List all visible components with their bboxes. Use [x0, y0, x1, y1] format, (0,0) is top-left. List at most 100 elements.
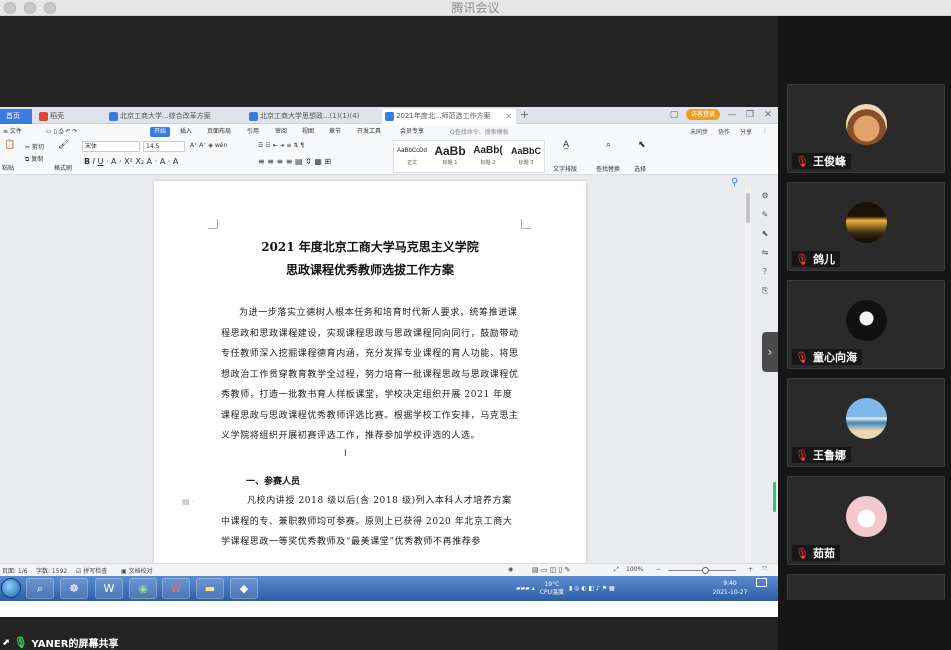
more-icon[interactable]: ⋮ [762, 127, 768, 136]
list-icons[interactable]: ☰ ☷ ⇤ ⇥ ≡ ⇅ ¶ [258, 142, 304, 149]
format-painter-icon[interactable]: 🖌 [58, 140, 69, 150]
font-name-select[interactable]: 宋体 [82, 141, 140, 152]
cursor-icon[interactable]: ⬉ [762, 229, 769, 238]
menu-review[interactable]: 审阅 [275, 127, 287, 137]
tab-doc-2[interactable]: 北京工商大学思想政...(1)(1)(4) [246, 109, 378, 124]
text-layout-icon[interactable]: A̲ [563, 140, 569, 150]
share-button[interactable]: 分享 [740, 127, 752, 136]
minimize-icon[interactable]: — [726, 110, 738, 120]
taskbar-explorer-app[interactable]: ▬ [196, 578, 224, 599]
tray-icons-right[interactable]: ▮ ◎ ◐ ◧ ♪ ⚑ ▦ [569, 585, 615, 592]
align-icons[interactable]: ≡ ≡ ≡ ≡ ▤ ⇕ ▦ ⊞ [258, 157, 331, 166]
command-search[interactable]: Q查找命令、搜索模板 [450, 127, 509, 136]
zoom-out-icon[interactable]: − [656, 566, 661, 573]
fit-page-icon[interactable]: ⤢ [614, 566, 619, 574]
document-paragraph-2: 凡校内讲授 2018 级以后(含 2018 级)列入本科人才培养方案中课程的专、… [221, 496, 513, 547]
menu-file[interactable]: ≡ 文件 [3, 127, 22, 137]
new-tab-button[interactable]: + [520, 108, 529, 121]
style-normal[interactable]: AaBbCcDd 正文 [394, 143, 430, 171]
cut-button[interactable]: ✂ 剪切 [25, 142, 44, 151]
taskbar-wps-app[interactable]: W [162, 578, 190, 599]
taskbar-network-app[interactable]: ☸ [60, 578, 88, 599]
participant-tile[interactable]: 🎙 茹茹 [787, 476, 945, 565]
proofread-label: 文档校对 [128, 568, 153, 575]
close-tab-icon[interactable]: ✕ [505, 109, 512, 124]
menu-insert[interactable]: 插入 [180, 127, 192, 137]
vertical-scrollbar[interactable] [745, 185, 751, 563]
tab-docer[interactable]: 稻壳 [36, 109, 102, 124]
scrollbar-thumb[interactable] [746, 193, 750, 223]
format-painter-button[interactable]: 格式刷 [54, 163, 72, 172]
taskbar-search-app[interactable]: ⌕ [26, 578, 54, 599]
restore-icon[interactable]: ❐ [744, 110, 756, 120]
collaborate-button[interactable]: 协作 [718, 127, 730, 136]
close-icon[interactable]: ✕ [762, 110, 774, 120]
select-icon[interactable]: ⬉ [638, 140, 646, 150]
document-page[interactable]: 2021 年度北京工商大学马克思主义学院 思政课程优秀教师选拔工作方案 为进一步… [154, 181, 586, 563]
menu-chapter[interactable]: 章节 [329, 127, 341, 137]
docer-icon [39, 112, 48, 121]
copy-button[interactable]: ⧉ 复制 [25, 154, 43, 164]
paragraph-marker-icon[interactable]: ▤ · [182, 497, 195, 506]
doc-icon [109, 112, 118, 121]
spell-check-toggle[interactable]: ☑ 拼写检查 [76, 566, 107, 575]
participant-tile[interactable]: 🎙 王俊峰 [787, 84, 945, 173]
zoom-in-icon[interactable]: + [748, 566, 753, 573]
view-mode-icons[interactable]: ▤ ▭ ◫ ▯ ✎ [532, 566, 570, 574]
location-pin-icon[interactable]: ⚲ [731, 177, 738, 188]
menu-view[interactable]: 视图 [302, 127, 314, 137]
help-icon[interactable]: ? [763, 267, 767, 276]
participant-tile[interactable]: 🎙 王鲁娜 [787, 378, 945, 467]
font-format-icons[interactable]: B I U · A · X² X₂ A · A · A [84, 157, 178, 166]
eye-protect-icon[interactable]: ◉ [508, 566, 513, 573]
select-button[interactable]: 选择 [634, 164, 646, 173]
adjust-icon[interactable]: ⇋ [762, 248, 769, 257]
style-heading-1[interactable]: AaBb 标题 1 [432, 143, 468, 171]
menu-member[interactable]: 会员专享 [400, 127, 424, 137]
word-count[interactable]: 字数: 1592 [36, 566, 67, 575]
participant-tile-partial[interactable] [787, 574, 945, 600]
fullscreen-icon[interactable]: ⤧ [762, 566, 767, 574]
tab-doc-active[interactable]: 2021年度北...师范选工作方案 ✕ [382, 109, 516, 124]
text-layout-button[interactable]: 文字排版 [553, 164, 577, 173]
share-icon[interactable]: ⎘ [762, 286, 768, 296]
collapse-panel-button[interactable]: › [762, 332, 778, 372]
style-heading-3[interactable]: AaBbC 标题 3 [508, 143, 544, 171]
find-replace-button[interactable]: 查找替换 [596, 164, 620, 173]
tray-icons-left[interactable]: ▰▰▰ ▴ [516, 585, 535, 592]
paste-button[interactable]: 粘贴 [2, 163, 14, 172]
login-badge[interactable]: 访客登录 [685, 109, 720, 120]
tab-doc-1[interactable]: 北京工商大学...综合改革方案 [106, 109, 242, 124]
show-desktop-button[interactable] [756, 578, 767, 587]
tools-icon[interactable]: ⚙ [761, 191, 768, 200]
menu-references[interactable]: 引用 [247, 127, 259, 137]
expand-icon[interactable]: ⬈ [2, 638, 10, 648]
shared-screen: 首页 稻壳 北京工商大学...综合改革方案 北京工商大学思想政...(1)(1)… [0, 107, 778, 617]
menu-home[interactable]: 开始 [150, 127, 171, 137]
menu-developer[interactable]: 开发工具 [357, 127, 381, 137]
proofread-button[interactable]: ▣ 文档校对 [121, 566, 153, 575]
participant-tile[interactable]: 🎙 鸽儿 [787, 182, 945, 271]
tab-count-icon[interactable]: ▢ [668, 110, 680, 120]
start-button[interactable] [1, 578, 21, 598]
zoom-slider-knob[interactable] [702, 567, 709, 574]
meeting-titlebar: 腾讯会议 [0, 0, 951, 16]
tab-home[interactable]: 首页 [0, 109, 32, 124]
taskbar-browser-app[interactable]: ◉ [129, 578, 157, 599]
taskbar-word-app[interactable]: W [95, 578, 123, 599]
font-grow-shrink-icon[interactable]: A⁺ A⁻ ◈ wén [190, 142, 227, 149]
participant-tile[interactable]: 🎙 童心向海 [787, 280, 945, 369]
pen-icon[interactable]: ✎ [762, 210, 769, 219]
page-indicator[interactable]: 页面: 1/6 [2, 566, 28, 575]
font-size-select[interactable]: 14.5 [143, 141, 185, 152]
taskbar-clock[interactable]: 9:40 2021-10-27 [712, 579, 748, 597]
weather-widget[interactable]: 19°C CPU温度 [540, 581, 564, 597]
quick-access-icon[interactable]: ▭ ▯ ⎙ ↶ ↷ [46, 127, 77, 137]
zoom-level[interactable]: 100% [626, 566, 643, 573]
menu-page-layout[interactable]: 页面布局 [207, 127, 231, 137]
style-heading-2[interactable]: AaBb(标题 2 [470, 143, 506, 171]
sync-status[interactable]: 未同步 [690, 127, 708, 136]
find-replace-icon[interactable]: ⌕ [606, 140, 611, 150]
paste-icon[interactable]: 📋 [4, 140, 15, 150]
taskbar-meeting-app[interactable]: ◆ [230, 578, 258, 599]
